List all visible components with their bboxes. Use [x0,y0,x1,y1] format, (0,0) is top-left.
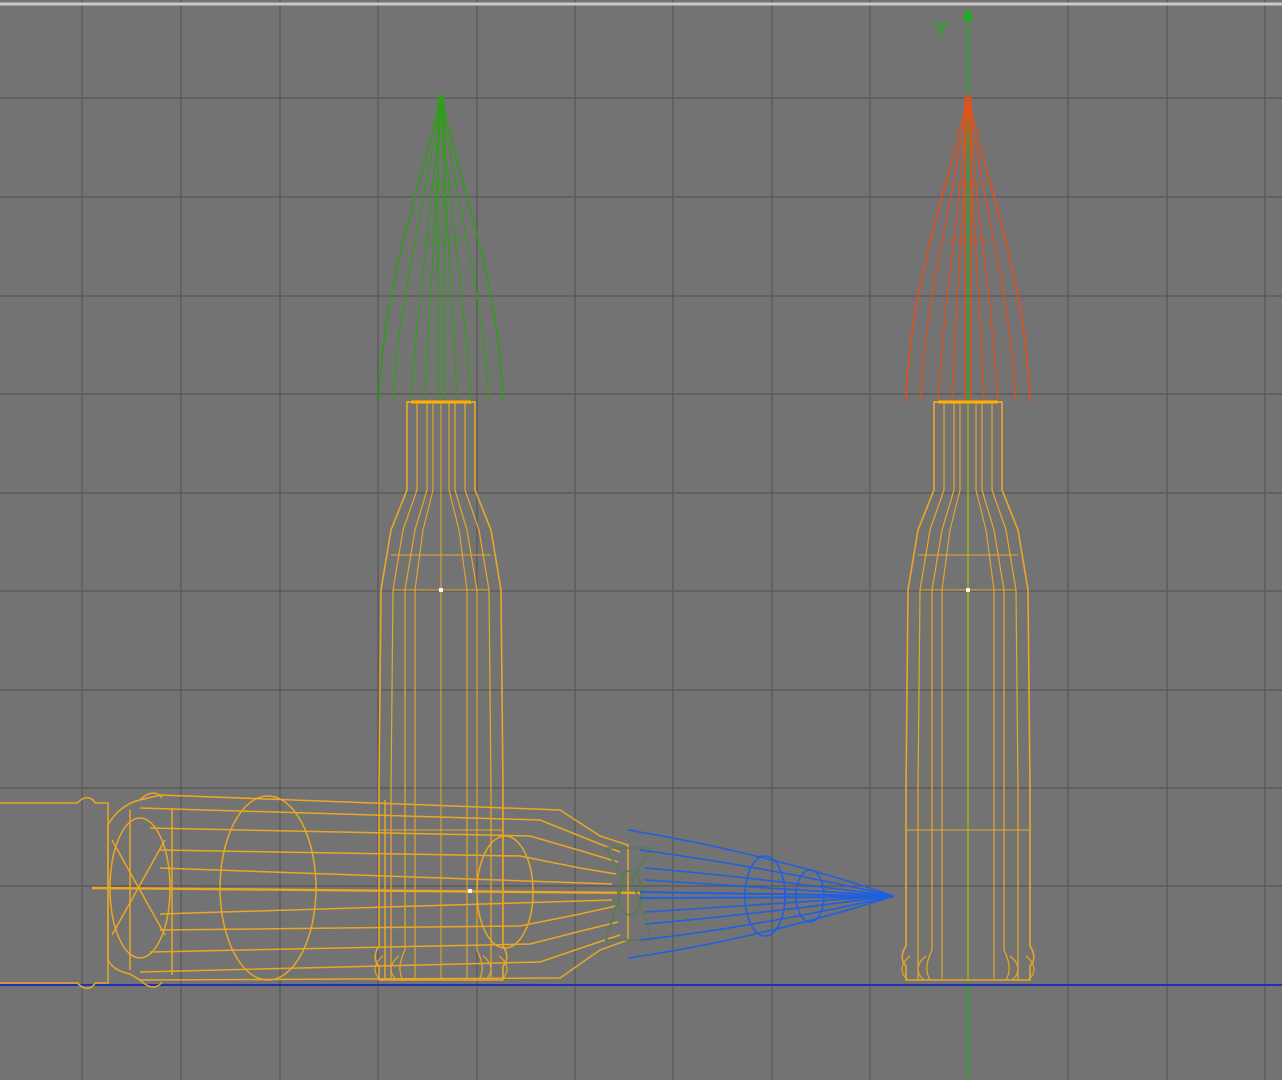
pivot-point [468,889,472,893]
bullet-lying-model[interactable] [0,792,896,990]
y-axis-label: Y [933,19,948,44]
3d-viewport-front[interactable]: Y [0,0,1282,1080]
pivot-point [966,588,970,592]
viewport-grid [0,0,1282,1080]
pivot-point [439,588,443,592]
bullet-left-model[interactable] [374,94,508,981]
